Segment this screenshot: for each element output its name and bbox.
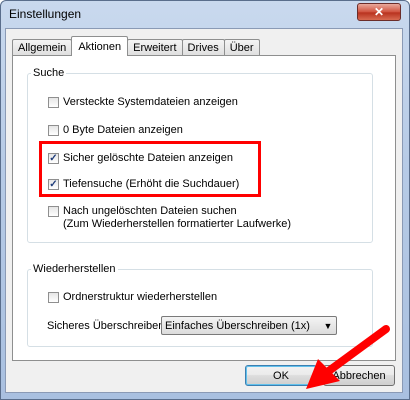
tab-bar: Allgemein Aktionen Erweitert Drives Über <box>12 36 260 56</box>
tab-drives[interactable]: Drives <box>181 39 225 56</box>
dropdown-value: Einfaches Überschreiben (1x) <box>165 319 310 332</box>
checkbox-ungeloeschte-dateien[interactable] <box>48 206 59 217</box>
title-bar: Einstellungen ✕ <box>1 1 409 27</box>
option-label: Versteckte Systemdateien anzeigen <box>63 96 238 108</box>
tab-aktionen[interactable]: Aktionen <box>71 36 129 56</box>
close-icon: ✕ <box>373 5 385 19</box>
tab-erweitert[interactable]: Erweitert <box>127 39 183 56</box>
option-versteckte-systemdateien[interactable]: Versteckte Systemdateien anzeigen <box>48 96 238 109</box>
wiederherstellen-group-legend: Wiederherstellen <box>33 263 116 275</box>
sicheres-ueberschreiben-label: Sicheres Überschreiben <box>47 320 165 332</box>
settings-dialog: Einstellungen ✕ Allgemein Aktionen Erwei… <box>0 0 410 400</box>
tab-ueber[interactable]: Über <box>223 39 260 56</box>
option-label: 0 Byte Dateien anzeigen <box>63 124 183 136</box>
tab-allgemein[interactable]: Allgemein <box>12 39 73 56</box>
close-button[interactable]: ✕ <box>357 3 401 21</box>
option-ordnerstruktur[interactable]: Ordnerstruktur wiederherstellen <box>48 291 217 304</box>
option-label: Nach ungelöschten Dateien suchen (Zum Wi… <box>63 205 292 230</box>
checkbox-0-byte-dateien[interactable] <box>48 125 59 136</box>
chevron-down-icon: ▼ <box>323 320 333 331</box>
ueberschreiben-dropdown[interactable]: Einfaches Überschreiben (1x) ▼ <box>161 316 337 335</box>
cancel-button[interactable]: Abbrechen <box>323 365 395 386</box>
window-title: Einstellungen <box>9 7 82 21</box>
option-ungeloeschte-dateien[interactable]: Nach ungelöschten Dateien suchen (Zum Wi… <box>48 205 291 231</box>
suche-group-legend: Suche <box>33 67 65 79</box>
ok-button[interactable]: OK <box>245 365 317 386</box>
option-0-byte-dateien[interactable]: 0 Byte Dateien anzeigen <box>48 124 183 137</box>
option-label: Ordnerstruktur wiederherstellen <box>63 291 218 303</box>
red-highlight-box <box>39 141 261 197</box>
checkbox-versteckte-systemdateien[interactable] <box>48 97 59 108</box>
checkbox-ordnerstruktur[interactable] <box>48 292 59 303</box>
